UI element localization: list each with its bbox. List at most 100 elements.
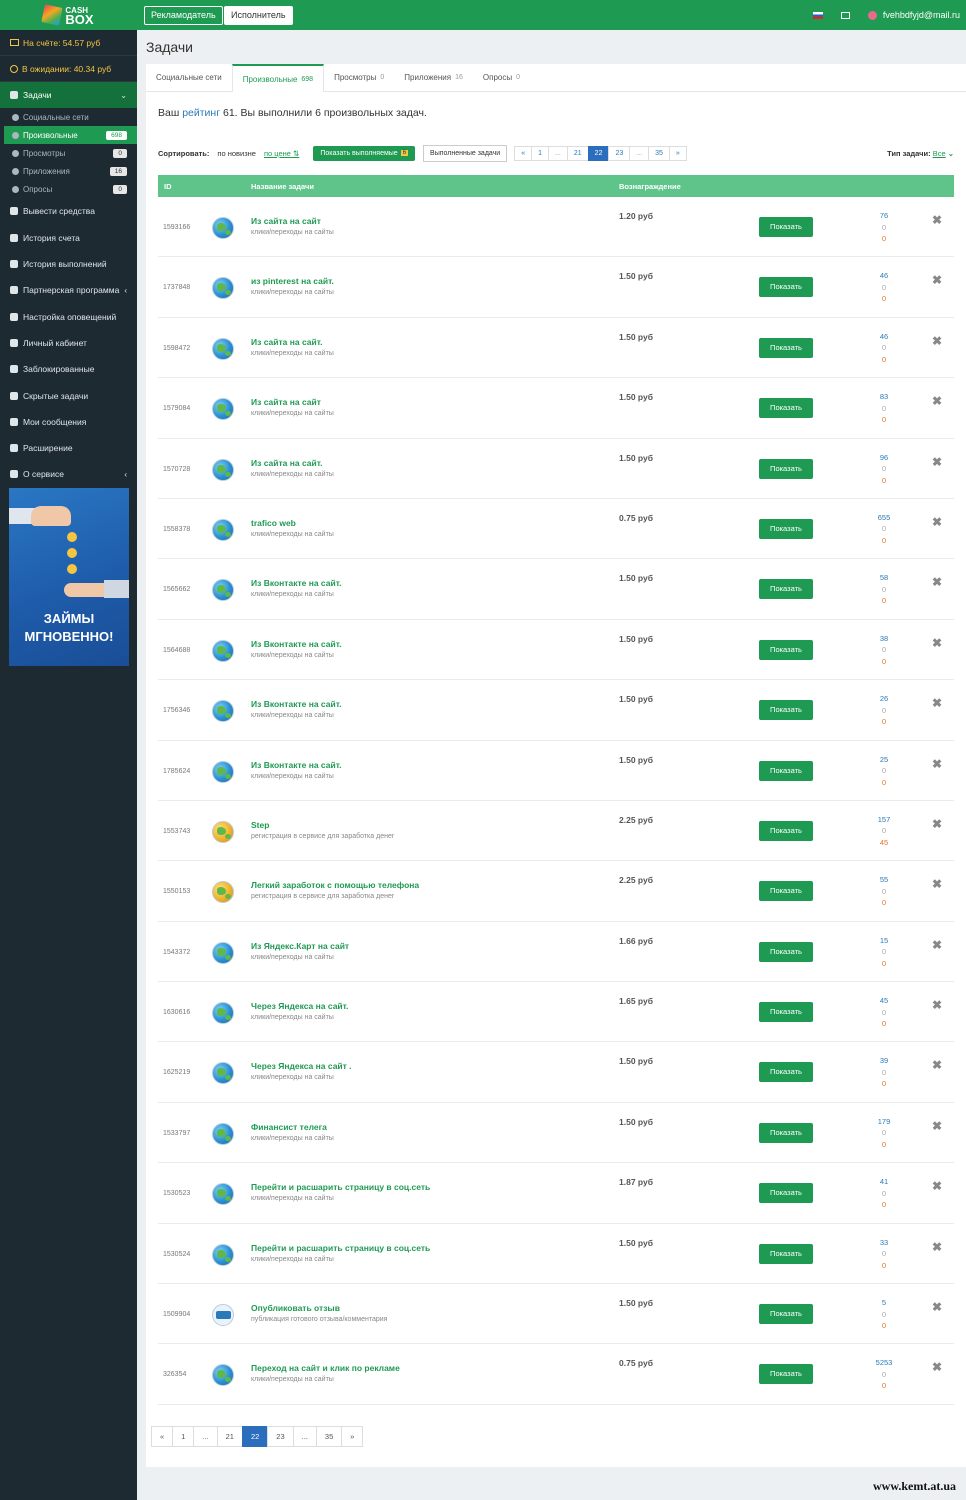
page-link[interactable]: 21 — [216, 1426, 243, 1447]
page-prev[interactable]: « — [514, 145, 533, 161]
task-title[interactable]: Через Яндекса на сайт . — [251, 1061, 352, 1071]
hide-task-icon[interactable]: ✖ — [932, 455, 942, 469]
show-task-button[interactable]: Показать — [759, 337, 813, 358]
hide-task-icon[interactable]: ✖ — [932, 757, 942, 771]
task-title[interactable]: Из Вконтакте на сайт. — [251, 578, 341, 588]
logo[interactable]: CASH BOX — [0, 0, 137, 30]
show-task-button[interactable]: Показать — [759, 398, 813, 419]
rating-link[interactable]: рейтинг — [182, 107, 220, 119]
sidebar-item-account-history[interactable]: История счета — [0, 225, 137, 251]
sidebar-item-blocked[interactable]: Заблокированные — [0, 356, 137, 382]
sidebar-item-partner[interactable]: Партнерская программа ‹ — [0, 277, 137, 303]
sidebar-item-extension[interactable]: Расширение — [0, 435, 137, 461]
sidebar-sub-social[interactable]: Социальные сети — [0, 108, 137, 126]
task-title[interactable]: Легкий заработок с помощью телефона — [251, 880, 419, 890]
show-task-button[interactable]: Показать — [759, 458, 813, 479]
task-title[interactable]: Из сайта на сайт — [251, 397, 321, 407]
loan-banner[interactable]: ЗАЙМЫ МГНОВЕННО! — [9, 488, 129, 666]
tab-views[interactable]: Просмотры 0 — [324, 64, 394, 91]
hide-task-icon[interactable]: ✖ — [932, 938, 942, 952]
task-title[interactable]: Переход на сайт и клик по рекламе — [251, 1363, 400, 1373]
hide-task-icon[interactable]: ✖ — [932, 877, 942, 891]
russian-flag-icon[interactable] — [812, 11, 823, 19]
page-prev[interactable]: « — [151, 1426, 174, 1447]
hide-task-icon[interactable]: ✖ — [932, 1360, 942, 1374]
task-title[interactable]: Из сайта на сайт. — [251, 337, 323, 347]
task-title[interactable]: trafico web — [251, 518, 296, 528]
tab-social[interactable]: Социальные сети — [146, 64, 232, 91]
sidebar-item-withdraw[interactable]: Вывести средства — [0, 198, 137, 224]
show-task-button[interactable]: Показать — [759, 700, 813, 721]
task-title[interactable]: Из Яндекс.Карт на сайт — [251, 941, 349, 951]
page-next[interactable]: » — [668, 145, 687, 161]
executor-button[interactable]: Исполнитель — [224, 6, 293, 25]
hide-task-icon[interactable]: ✖ — [932, 817, 942, 831]
page-current[interactable]: 22 — [241, 1426, 269, 1447]
hide-task-icon[interactable]: ✖ — [932, 1240, 942, 1254]
completed-tasks-button[interactable]: Выполненные задачи — [423, 144, 508, 162]
page-current[interactable]: 22 — [587, 145, 610, 161]
sort-price-option[interactable]: по цене ⇅ — [264, 149, 299, 158]
sort-new-option[interactable]: по новизне — [217, 149, 256, 158]
show-task-button[interactable]: Показать — [759, 518, 813, 539]
show-task-button[interactable]: Показать — [759, 1304, 813, 1325]
task-title[interactable]: Step — [251, 820, 269, 830]
page-link[interactable]: 1 — [531, 145, 550, 161]
user-menu[interactable]: fvehbdfyjd@mail.ru — [867, 10, 960, 20]
hide-task-icon[interactable]: ✖ — [932, 1300, 942, 1314]
tab-polls[interactable]: Опросы 0 — [473, 64, 530, 91]
advertiser-button[interactable]: Рекламодатель — [144, 6, 223, 25]
task-title[interactable]: Перейти и расшарить страницу в соц.сеть — [251, 1243, 430, 1253]
task-title[interactable]: Из Вконтакте на сайт. — [251, 760, 341, 770]
page-link[interactable]: 35 — [648, 145, 670, 161]
show-task-button[interactable]: Показать — [759, 1243, 813, 1264]
hide-task-icon[interactable]: ✖ — [932, 998, 942, 1012]
task-title[interactable]: Опубликовать отзыв — [251, 1303, 340, 1313]
task-title[interactable]: Из Вконтакте на сайт. — [251, 639, 341, 649]
show-task-button[interactable]: Показать — [759, 639, 813, 660]
sidebar-item-profile[interactable]: Личный кабинет — [0, 330, 137, 356]
task-title[interactable]: Из Вконтакте на сайт. — [251, 699, 341, 709]
task-title[interactable]: Из сайта на сайт — [251, 216, 321, 226]
page-next[interactable]: » — [341, 1426, 364, 1447]
hide-task-icon[interactable]: ✖ — [932, 1058, 942, 1072]
sidebar-item-hidden[interactable]: Скрытые задачи — [0, 382, 137, 408]
task-title[interactable]: из pinterest на сайт. — [251, 276, 334, 286]
tab-apps[interactable]: Приложения 16 — [394, 64, 473, 91]
show-task-button[interactable]: Показать — [759, 1122, 813, 1143]
sidebar-item-notifications[interactable]: Настройка оповещений — [0, 303, 137, 329]
show-in-progress-button[interactable]: Показать выполняемые 6 — [313, 145, 416, 161]
show-task-button[interactable]: Показать — [759, 760, 813, 781]
page-link[interactable]: 35 — [315, 1426, 343, 1447]
page-link[interactable]: 1 — [172, 1426, 195, 1447]
show-task-button[interactable]: Показать — [759, 1183, 813, 1204]
hide-task-icon[interactable]: ✖ — [932, 1119, 942, 1133]
show-task-button[interactable]: Показать — [759, 579, 813, 600]
sidebar-item-completion-history[interactable]: История выполнений — [0, 251, 137, 277]
sidebar-sub-polls[interactable]: Опросы 0 — [0, 180, 137, 198]
hide-task-icon[interactable]: ✖ — [932, 636, 942, 650]
tab-custom[interactable]: Произвольные 698 — [231, 64, 325, 92]
hide-task-icon[interactable]: ✖ — [932, 696, 942, 710]
show-task-button[interactable]: Показать — [759, 941, 813, 962]
show-task-button[interactable]: Показать — [759, 881, 813, 902]
task-title[interactable]: Перейти и расшарить страницу в соц.сеть — [251, 1182, 430, 1192]
task-title[interactable]: Из сайта на сайт. — [251, 458, 323, 468]
hide-task-icon[interactable]: ✖ — [932, 1179, 942, 1193]
page-link[interactable]: 23 — [267, 1426, 294, 1447]
hide-task-icon[interactable]: ✖ — [932, 515, 942, 529]
show-task-button[interactable]: Показать — [759, 1002, 813, 1023]
hide-task-icon[interactable]: ✖ — [932, 575, 942, 589]
hide-task-icon[interactable]: ✖ — [932, 334, 942, 348]
sidebar-item-tasks[interactable]: Задачи ⌄ — [0, 82, 137, 109]
hide-task-icon[interactable]: ✖ — [932, 273, 942, 287]
show-task-button[interactable]: Показать — [759, 820, 813, 841]
task-type-select[interactable]: Все — [933, 149, 946, 158]
task-title[interactable]: Финансист телега — [251, 1122, 327, 1132]
show-task-button[interactable]: Показать — [759, 277, 813, 298]
sidebar-sub-views[interactable]: Просмотры 0 — [0, 144, 137, 162]
mail-icon[interactable] — [840, 11, 850, 19]
hide-task-icon[interactable]: ✖ — [932, 394, 942, 408]
page-link[interactable]: 21 — [566, 145, 589, 161]
page-link[interactable]: 23 — [608, 145, 631, 161]
